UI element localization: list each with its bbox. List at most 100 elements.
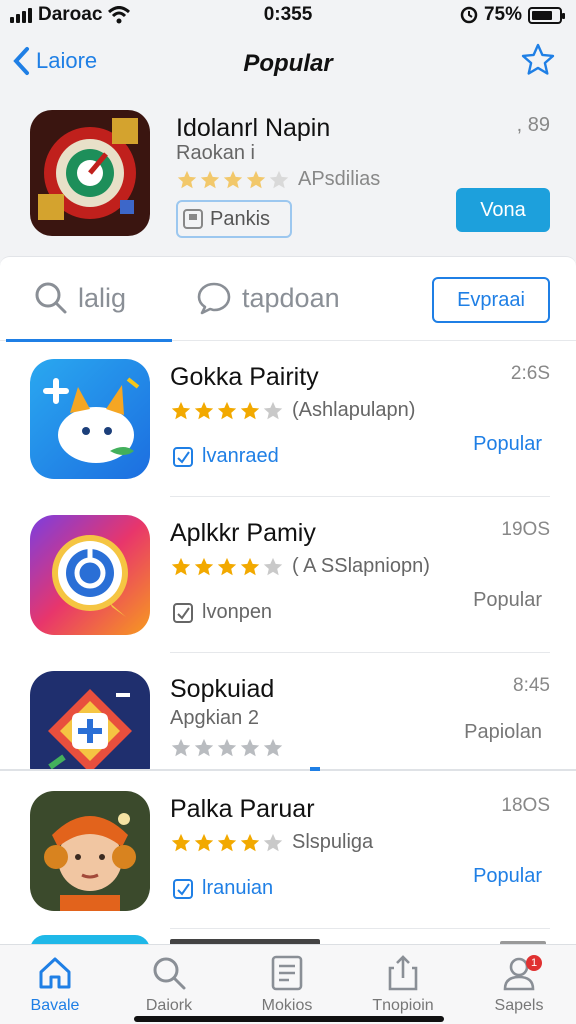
app-icon [30, 671, 150, 769]
app-name: Gokka Pairity [170, 363, 319, 391]
star-icon [194, 738, 214, 757]
app-tag-label: lvanraed [202, 445, 279, 467]
app-rating [170, 737, 284, 759]
alarm-icon [460, 6, 478, 24]
tab-chat-label: tapdoan [242, 282, 340, 313]
star-icon [240, 557, 260, 575]
tab-row: lalig tapdoan Evpraai [0, 257, 576, 342]
star-icon [171, 833, 191, 851]
navigation-bar: Laiore Popular [0, 40, 576, 86]
star-icon [223, 170, 243, 188]
share-icon [388, 955, 418, 991]
featured-tag-label: Pankis [210, 207, 271, 230]
star-icon [194, 833, 214, 851]
star-icon [177, 170, 197, 188]
notification-badge: 1 [526, 955, 542, 971]
get-button[interactable]: Vona [456, 188, 550, 232]
star-icon [263, 833, 283, 851]
star-icon [269, 170, 289, 188]
list-icon [271, 955, 303, 991]
star-icon [246, 170, 266, 188]
scroll-indicator [310, 767, 320, 771]
bottom-tab-bar: Bavale Daiork Mokios Tnopioin 1 Sapels [0, 944, 576, 1024]
tab-label: Mokios [261, 997, 313, 1014]
app-action-link[interactable]: Popular [473, 433, 542, 456]
divider [170, 928, 550, 929]
tab-chat[interactable]: tapdoan [196, 281, 340, 315]
tab-mokios[interactable]: Mokios [232, 951, 342, 1015]
featured-tag[interactable]: Pankis [176, 200, 292, 238]
app-name: Aplkkr Pamiy [170, 519, 316, 547]
section-divider [0, 769, 576, 771]
rating-text: ( A SSlapniopn) [292, 555, 430, 577]
app-action-link[interactable]: Papiolan [464, 721, 542, 744]
home-indicator [134, 1016, 444, 1022]
star-icon [240, 738, 260, 757]
explore-button[interactable]: Evpraai [432, 277, 550, 323]
star-icon [217, 833, 237, 851]
app-action-link[interactable]: Popular [473, 589, 542, 612]
tab-daiork[interactable]: Daiork [114, 951, 224, 1015]
app-tag: lvonpen [172, 601, 272, 624]
app-time: 19OS [501, 519, 550, 540]
star-icon [194, 557, 214, 575]
tab-label: Sapels [494, 997, 544, 1014]
star-rating [176, 169, 290, 191]
star-icon [194, 401, 214, 419]
star-icon [263, 401, 283, 419]
list-item[interactable]: Palka Paruar 18OS Slspuliga lranuian Pop… [0, 773, 576, 929]
star-icon [217, 738, 237, 757]
star-icon [240, 401, 260, 419]
app-tag-label: lranuian [202, 877, 274, 899]
search-icon [153, 957, 186, 990]
edit-check-icon [173, 878, 193, 899]
tab-sapels[interactable]: 1 Sapels [464, 951, 574, 1015]
app-icon [30, 791, 150, 911]
app-tag: lranuian [172, 877, 273, 900]
app-name: Sopkuiad [170, 675, 275, 703]
app-rating: Slspuliga [170, 831, 373, 854]
featured-app-icon [30, 110, 150, 236]
featured-app[interactable]: Idolanrl Napin Raokan i APsdilias , 89 P… [0, 108, 576, 248]
rating-text: Slspuliga [292, 831, 374, 853]
tab-label: Bavale [30, 997, 80, 1014]
list-item[interactable]: Gokka Pairity 2:6S (Ashlapulapn) lvanrae… [0, 341, 576, 497]
chat-bubble-icon [197, 282, 231, 315]
app-icon [30, 515, 150, 635]
star-icon [200, 170, 220, 188]
bookmark-icon [183, 209, 203, 229]
carrier-label: Daroac [38, 4, 103, 25]
app-time: 18OS [501, 795, 550, 816]
edit-check-icon [173, 446, 193, 467]
app-name: Palka Paruar [170, 795, 315, 823]
list-item[interactable]: Sopkuiad 8:45 Apgkian 2 Papiolan [0, 653, 576, 769]
edit-check-icon [173, 602, 193, 623]
page-title: Popular [243, 50, 333, 77]
battery-icon [528, 6, 565, 24]
app-time: 2:6S [510, 363, 550, 384]
tab-search[interactable]: lalig [34, 281, 126, 315]
app-action-link[interactable]: Popular [473, 865, 542, 888]
featured-time: , 89 [516, 114, 550, 136]
status-bar: Daroac 0:355 75% [0, 0, 576, 30]
star-rating [170, 400, 284, 422]
app-time: 8:45 [513, 675, 550, 696]
featured-app-subtitle: Raokan i [176, 142, 255, 164]
list-item[interactable]: Aplkkr Pamiy 19OS ( A SSlapniopn) lvonpe… [0, 497, 576, 653]
app-rating: ( A SSlapniopn) [170, 555, 430, 578]
star-icon [171, 557, 191, 575]
star-icon [263, 557, 283, 575]
tab-bavale[interactable]: Bavale [0, 951, 110, 1015]
battery-percent: 75% [483, 4, 522, 25]
star-icon [217, 557, 237, 575]
tab-tnopioin[interactable]: Tnopioin [348, 951, 458, 1015]
tab-label: Tnopioin [372, 997, 434, 1014]
star-icon [263, 738, 283, 757]
star-icon [217, 401, 237, 419]
app-rating: (Ashlapulapn) [170, 399, 415, 422]
app-tag: lvanraed [172, 445, 279, 468]
tab-search-label: lalig [78, 282, 127, 313]
star-rating [170, 556, 284, 578]
featured-app-name: Idolanrl Napin [176, 114, 331, 142]
favorite-button[interactable] [520, 42, 556, 83]
